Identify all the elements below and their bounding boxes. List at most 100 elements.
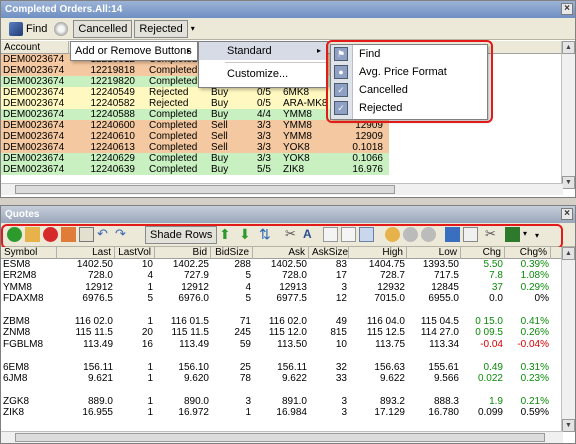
undo-icon[interactable]: ↶ [97, 227, 112, 242]
quote-cell-low: 888.3 [433, 395, 459, 407]
quote-row[interactable]: ZGK8 889.0 1 890.0 3 891.0 3 893.2 888.3 1.9 0.21% [1, 396, 561, 407]
quotes-hscroll-thumb[interactable] [15, 433, 545, 442]
menu-item-add-remove-buttons[interactable]: Add or Remove Buttons ▸ [71, 42, 197, 60]
orders-close-button[interactable]: × [561, 3, 573, 15]
quote-row[interactable]: ESM8 1402.50 10 1402.25 288 1402.50 83 1404.75 1… [1, 259, 561, 270]
orders-hscroll-thumb[interactable] [15, 185, 395, 194]
quote-cell-high: 12932 [377, 281, 405, 293]
scroll-down-icon[interactable]: ▼ [562, 419, 575, 432]
quote-row[interactable]: ZNM8 115 11.5 20 115 11.5 245 115 12.0 815 115 … [1, 327, 561, 338]
chart-icon[interactable] [463, 227, 478, 242]
quote-cell-symbol: FDAXM8 [3, 293, 44, 305]
order-cell-status: Completed [149, 153, 198, 164]
column-header-last[interactable]: Last [57, 247, 115, 259]
open-folder-icon[interactable] [25, 227, 40, 242]
redo-icon[interactable]: ↷ [115, 227, 130, 242]
orders-horizontal-scrollbar[interactable] [1, 183, 563, 195]
export-dropdown-icon[interactable]: ▾ [523, 229, 527, 238]
spacer-row [1, 350, 561, 361]
column-header-bidsize[interactable]: BidSize [211, 247, 253, 259]
submenu-arrow-icon: ▸ [186, 46, 191, 55]
column-header-chg[interactable]: Chg [461, 247, 505, 259]
quote-row[interactable]: FGBLM8 113.49 16 113.49 59 113.50 10 113.75 113.… [1, 339, 561, 350]
menu-item-avg-price-format[interactable]: ● Avg. Price Format [331, 63, 487, 81]
quote-cell-asksize: 32 [335, 361, 347, 373]
column-header-chgp[interactable]: Chg% [505, 247, 551, 259]
quote-row[interactable]: FDAXM8 6976.5 5 6976.0 5 6977.5 12 7015.0 6955.0… [1, 293, 561, 304]
quotes-titlebar[interactable]: Quotes × [1, 206, 575, 223]
move-down-icon[interactable]: ⬇ [239, 227, 254, 242]
quote-cell-chgp: 0.41% [520, 315, 549, 327]
add-remove-submenu: Standard ▸ Customize... [198, 41, 328, 88]
quotes-toolbar: ↶ ↷ Shade Rows ⬆ ⬇ ⇅ ✂ A ✂ ▾ ▾ [1, 223, 575, 247]
orders-vertical-scrollbar[interactable]: ▲ ▼ [561, 41, 575, 189]
scroll-up-icon[interactable]: ▲ [562, 247, 575, 260]
order-row[interactable]: DEM0023674 12240613 Completed Sell 3/3 YOK8 0.… [1, 142, 561, 153]
menu-item-cancelled[interactable]: ✓ Cancelled [331, 81, 487, 99]
quote-row[interactable]: YMM8 12912 1 12912 4 12913 3 12932 12845 37 0.29% [1, 282, 561, 293]
users-remove-icon[interactable] [421, 227, 436, 242]
users-disabled-icon[interactable] [403, 227, 418, 242]
quote-cell-high: 116 04.0 [366, 315, 405, 327]
menu-item-standard[interactable]: Standard ▸ [199, 42, 327, 60]
find-menu-icon: ⚑ [334, 47, 348, 61]
quote-row[interactable]: ZIK8 16.955 1 16.972 1 16.984 3 17.129 16.780 0.0… [1, 407, 561, 418]
quote-cell-chgp: 0.31% [520, 361, 549, 373]
window-icon[interactable] [359, 227, 374, 242]
tools-icon[interactable]: ✂ [485, 227, 500, 242]
order-row[interactable]: DEM0023674 12240629 Completed Buy 3/3 YOK8 0.1… [1, 153, 561, 164]
order-row[interactable]: DEM0023674 12240600 Completed Sell 3/3 YMM8 12… [1, 120, 561, 131]
quotes-vertical-scrollbar[interactable]: ▲ ▼ [561, 247, 575, 432]
column-header-asksize[interactable]: AskSize [309, 247, 349, 259]
column-header-symbol[interactable]: Symbol [1, 247, 57, 259]
column-header-ask[interactable]: Ask [253, 247, 309, 259]
column-header-bid[interactable]: Bid [155, 247, 211, 259]
menu-item-find[interactable]: ⚑ Find [331, 45, 487, 63]
column-header-high[interactable]: High [349, 247, 407, 259]
export-icon[interactable] [505, 227, 520, 242]
properties-icon[interactable] [79, 227, 94, 242]
column-header-account[interactable]: Account [1, 41, 69, 54]
sort-icon[interactable]: ⇅ [259, 227, 274, 242]
order-cell-account: DEM0023674 [3, 65, 65, 76]
scroll-up-icon[interactable]: ▲ [562, 41, 575, 54]
quote-cell-ask: 156.11 [277, 361, 307, 373]
quote-row[interactable]: 6EM8 156.11 1 156.10 25 156.11 32 156.63 155.61 0… [1, 362, 561, 373]
find-button[interactable]: Find [4, 20, 52, 38]
column-header-lastvol[interactable]: LastVol [115, 247, 155, 259]
orders-titlebar[interactable]: Completed Orders.All:14 × [1, 1, 575, 18]
save-icon[interactable] [61, 227, 76, 242]
scroll-down-icon[interactable]: ▼ [562, 176, 575, 189]
users-icon[interactable] [385, 227, 400, 242]
book-icon[interactable] [445, 227, 460, 242]
cancelled-toggle-button[interactable]: Cancelled [73, 19, 133, 38]
move-up-icon[interactable]: ⬆ [219, 227, 234, 242]
delete-icon[interactable] [43, 227, 58, 242]
order-cell-status: Completed [149, 109, 198, 120]
order-cell-price: 0.1066 [352, 153, 383, 164]
toolbar-options-chevron-icon[interactable]: ▾ [191, 24, 195, 33]
quotes-close-button[interactable]: × [561, 208, 573, 220]
quote-row[interactable]: 6JM8 9.621 1 9.620 78 9.622 33 9.622 9.566 0.022 0… [1, 373, 561, 384]
cut-icon[interactable]: ✂ [285, 227, 300, 242]
toolbar-overflow-icon[interactable]: ▾ [535, 231, 539, 240]
add-symbol-icon[interactable] [7, 227, 22, 242]
order-row[interactable]: DEM0023674 12240639 Completed Buy 5/5 ZIK8 16.… [1, 164, 561, 175]
menu-item-customize[interactable]: Customize... [199, 65, 327, 83]
copy-icon[interactable] [323, 227, 338, 242]
column-header-low[interactable]: Low [407, 247, 461, 259]
order-row[interactable]: DEM0023674 12240610 Completed Sell 3/3 YMM8 12… [1, 131, 561, 142]
shade-rows-button[interactable]: Shade Rows [145, 226, 218, 244]
quote-cell-bidsize: 4 [245, 281, 251, 293]
paste-icon[interactable] [341, 227, 356, 242]
rejected-toggle-button[interactable]: Rejected [134, 19, 188, 38]
quote-row[interactable]: ZBM8 116 02.0 1 116 01.5 71 116 02.0 49 116 04.… [1, 316, 561, 327]
font-icon[interactable]: A [303, 227, 318, 242]
quote-cell-ask: 6977.5 [276, 293, 307, 305]
order-cell-status: Rejected [149, 98, 189, 109]
quotes-horizontal-scrollbar[interactable] [1, 431, 563, 443]
customize-label: Customize... [227, 68, 289, 80]
avg-price-format-icon[interactable] [54, 21, 69, 36]
menu-item-rejected[interactable]: ✓ Rejected [331, 99, 487, 117]
quote-row[interactable]: ER2M8 728.0 4 727.9 5 728.0 17 728.7 717.5 7.8 1.0… [1, 270, 561, 281]
